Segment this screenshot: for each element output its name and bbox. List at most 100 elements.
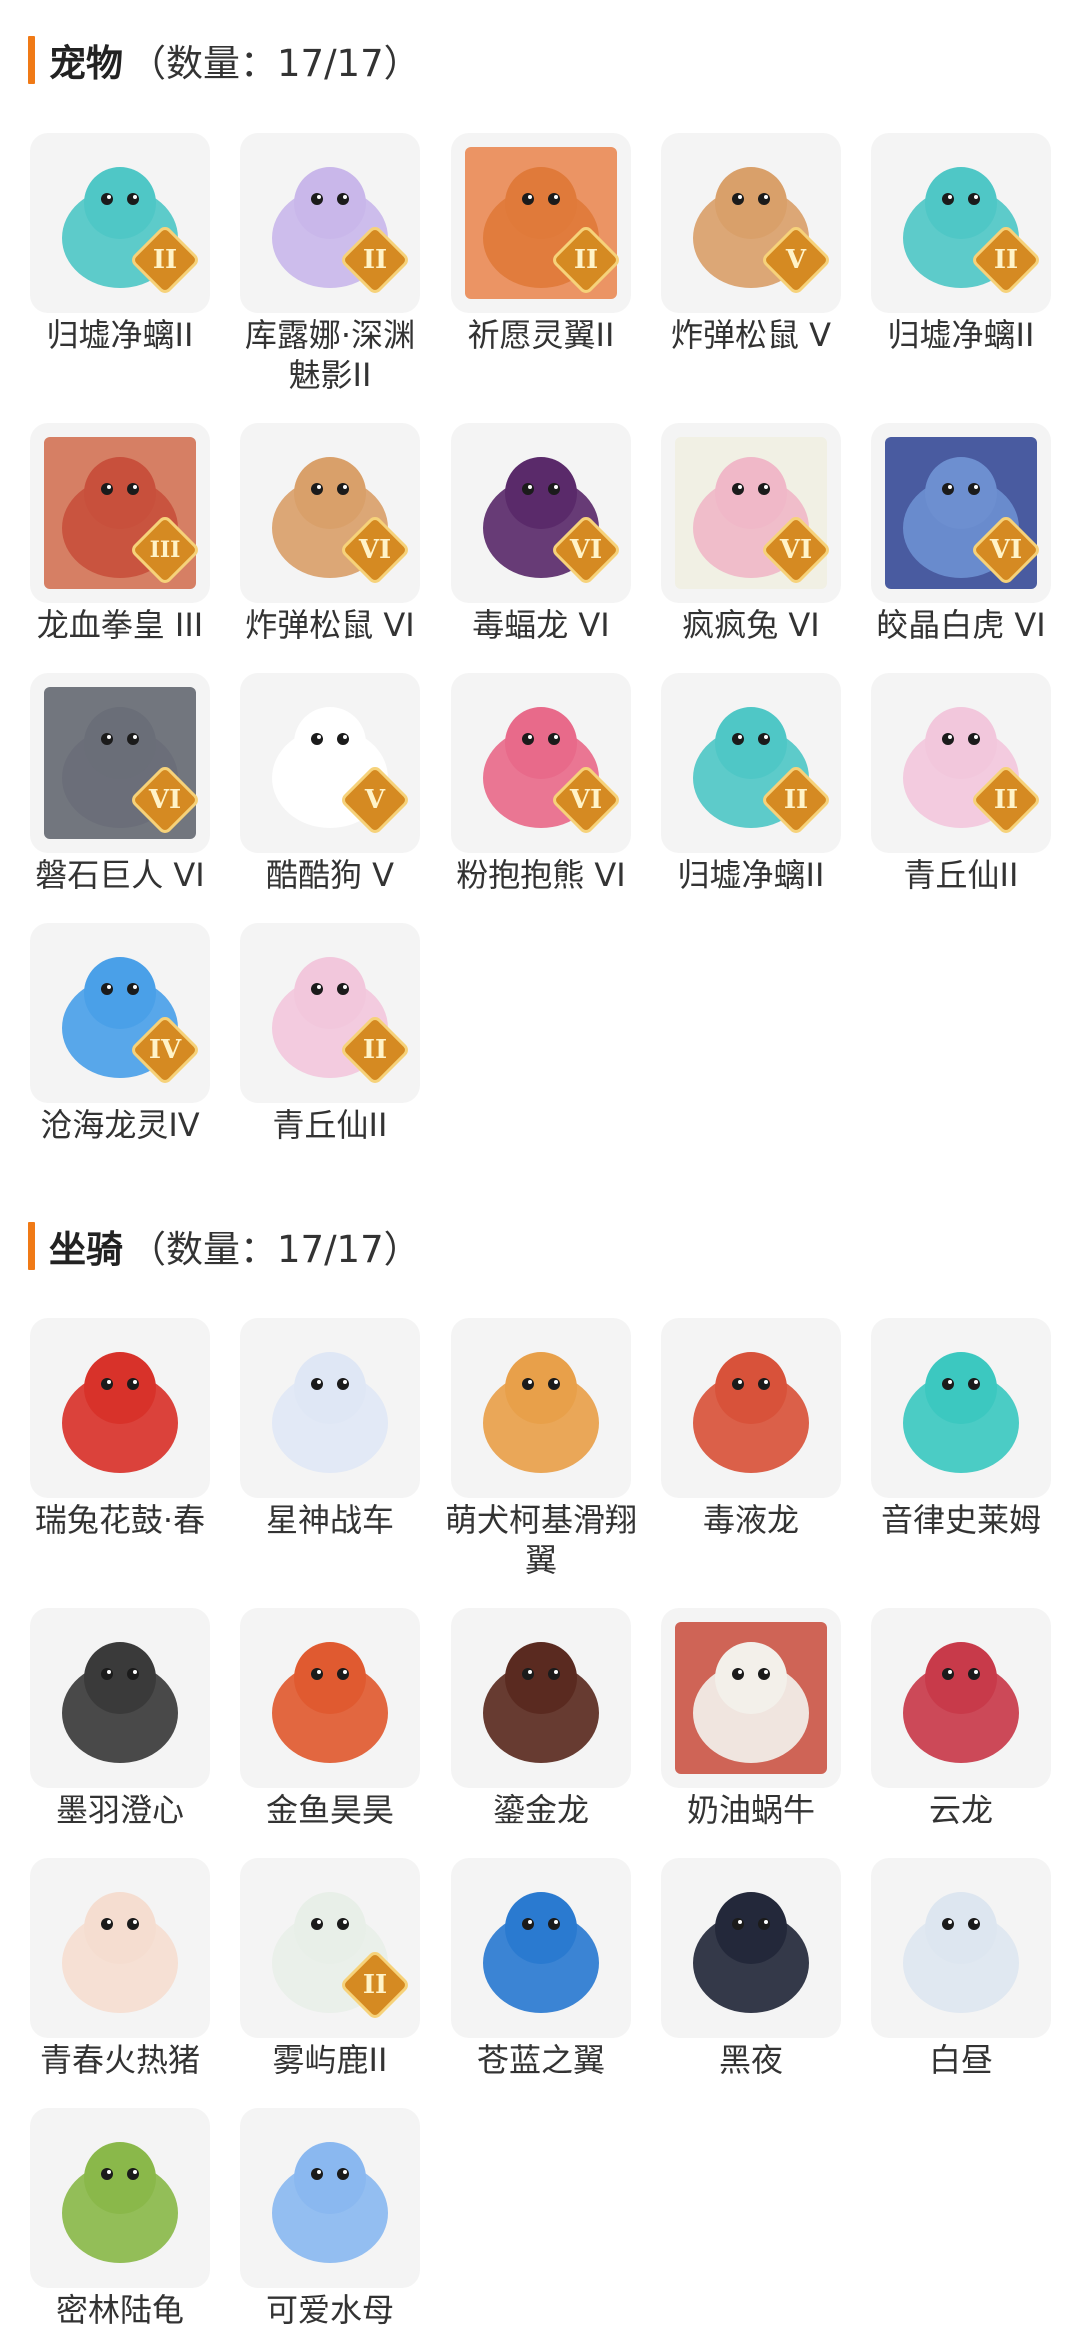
- item-name: 疯疯兔 VI: [682, 606, 820, 644]
- mount-item[interactable]: 黑夜: [646, 1858, 856, 2080]
- item-name: 炸弹松鼠 V: [670, 316, 832, 354]
- item-thumbnail[interactable]: VI: [871, 423, 1051, 603]
- item-thumbnail[interactable]: VI: [30, 673, 210, 853]
- item-thumbnail[interactable]: [240, 2108, 420, 2288]
- pet-item[interactable]: II 归墟净螭II: [15, 133, 225, 355]
- item-thumbnail[interactable]: V: [240, 673, 420, 853]
- item-thumbnail[interactable]: [451, 1318, 631, 1498]
- mount-item[interactable]: 墨羽澄心: [15, 1608, 225, 1830]
- pet-item[interactable]: VI 磐石巨人 VI: [15, 673, 225, 895]
- item-thumbnail[interactable]: [30, 2108, 210, 2288]
- pet-item[interactable]: VI 皎晶白虎 VI: [856, 423, 1066, 645]
- item-name: 毒液龙: [702, 1501, 799, 1539]
- item-name: 金鱼昊昊: [265, 1791, 394, 1829]
- pet-item[interactable]: VI 炸弹松鼠 VI: [225, 423, 435, 645]
- mount-item[interactable]: II 雾屿鹿II: [225, 1858, 435, 2080]
- pet-item[interactable]: VI 粉抱抱熊 VI: [436, 673, 646, 895]
- item-name: 奶油蜗牛: [686, 1791, 815, 1829]
- mounts-title: 坐骑: [49, 1228, 123, 1271]
- item-name: 云龙: [928, 1791, 993, 1829]
- mount-item[interactable]: 奶油蜗牛: [646, 1608, 856, 1830]
- item-name: 苍蓝之翼: [476, 2041, 605, 2079]
- tier-text: VI: [358, 535, 392, 565]
- item-thumbnail[interactable]: II: [240, 1858, 420, 2038]
- mount-item[interactable]: 金鱼昊昊: [225, 1608, 435, 1830]
- item-thumbnail[interactable]: [661, 1858, 841, 2038]
- pet-item[interactable]: VI 毒蝠龙 VI: [436, 423, 646, 645]
- tier-text: VI: [148, 785, 182, 815]
- tier-text: VI: [569, 785, 603, 815]
- tier-text: II: [362, 1035, 388, 1065]
- tier-text: II: [993, 245, 1019, 275]
- item-name: 粉抱抱熊 VI: [456, 856, 626, 894]
- item-name: 炸弹松鼠 VI: [245, 606, 415, 644]
- item-thumbnail[interactable]: VI: [451, 673, 631, 853]
- item-name: 青春火热猪: [39, 2041, 200, 2079]
- item-thumbnail[interactable]: [871, 1608, 1051, 1788]
- tier-text: II: [993, 785, 1019, 815]
- item-thumbnail[interactable]: [240, 1608, 420, 1788]
- item-thumbnail[interactable]: [30, 1858, 210, 2038]
- mount-item[interactable]: 鎏金龙: [436, 1608, 646, 1830]
- item-thumbnail[interactable]: VI: [451, 423, 631, 603]
- mount-item[interactable]: 白昼: [856, 1858, 1066, 2080]
- mount-item[interactable]: 密林陆龟: [15, 2108, 225, 2330]
- item-thumbnail[interactable]: II: [661, 673, 841, 853]
- mount-item[interactable]: 瑞兔花鼓·春: [15, 1318, 225, 1540]
- pet-item[interactable]: II 青丘仙II: [856, 673, 1066, 895]
- mount-item[interactable]: 音律史莱姆: [856, 1318, 1066, 1540]
- item-name: 雾屿鹿II: [272, 2041, 388, 2079]
- tier-text: II: [362, 245, 388, 275]
- item-name: 皎晶白虎 VI: [876, 606, 1046, 644]
- item-name: 萌犬柯基滑翔翼: [444, 1501, 637, 1579]
- item-thumbnail[interactable]: [871, 1318, 1051, 1498]
- item-thumbnail[interactable]: V: [661, 133, 841, 313]
- item-thumbnail[interactable]: [661, 1318, 841, 1498]
- item-thumbnail[interactable]: IV: [30, 923, 210, 1103]
- mounts-count: （数量：17/17）: [129, 1228, 421, 1271]
- pet-item[interactable]: VI 疯疯兔 VI: [646, 423, 856, 645]
- item-thumbnail[interactable]: VI: [240, 423, 420, 603]
- item-thumbnail[interactable]: II: [240, 133, 420, 313]
- item-thumbnail[interactable]: II: [30, 133, 210, 313]
- item-thumbnail[interactable]: [451, 1858, 631, 2038]
- mount-item[interactable]: 星神战车: [225, 1318, 435, 1540]
- item-name: 白昼: [928, 2041, 993, 2079]
- pet-item[interactable]: II 库露娜·深渊魅影II: [225, 133, 435, 395]
- item-thumbnail[interactable]: [451, 1608, 631, 1788]
- item-thumbnail[interactable]: VI: [661, 423, 841, 603]
- item-name: 归墟净螭II: [677, 856, 825, 894]
- mount-item[interactable]: 萌犬柯基滑翔翼: [436, 1318, 646, 1580]
- item-thumbnail[interactable]: II: [871, 673, 1051, 853]
- mount-item[interactable]: 云龙: [856, 1608, 1066, 1830]
- item-thumbnail[interactable]: II: [871, 133, 1051, 313]
- mount-item[interactable]: 苍蓝之翼: [436, 1858, 646, 2080]
- item-name: 祈愿灵翼II: [467, 316, 615, 354]
- item-thumbnail[interactable]: III: [30, 423, 210, 603]
- item-thumbnail[interactable]: [871, 1858, 1051, 2038]
- mount-item[interactable]: 青春火热猪: [15, 1858, 225, 2080]
- pet-item[interactable]: V 炸弹松鼠 V: [646, 133, 856, 355]
- pet-item[interactable]: IV 沧海龙灵IV: [15, 923, 225, 1145]
- item-thumbnail[interactable]: II: [451, 133, 631, 313]
- tier-text: II: [573, 245, 599, 275]
- item-thumbnail[interactable]: [30, 1318, 210, 1498]
- pet-item[interactable]: II 归墟净螭II: [646, 673, 856, 895]
- pet-item[interactable]: III 龙血拳皇 III: [15, 423, 225, 645]
- mount-item[interactable]: 可爱水母: [225, 2108, 435, 2330]
- item-thumbnail[interactable]: II: [240, 923, 420, 1103]
- item-name: 鎏金龙: [492, 1791, 589, 1829]
- tier-text: V: [364, 785, 386, 815]
- title-accent-bar: [28, 1222, 35, 1270]
- pet-item[interactable]: II 祈愿灵翼II: [436, 133, 646, 355]
- pet-item[interactable]: II 归墟净螭II: [856, 133, 1066, 355]
- tier-text: VI: [779, 535, 813, 565]
- pet-item[interactable]: II 青丘仙II: [225, 923, 435, 1145]
- pet-item[interactable]: V 酷酷狗 V: [225, 673, 435, 895]
- item-thumbnail[interactable]: [30, 1608, 210, 1788]
- item-thumbnail[interactable]: [661, 1608, 841, 1788]
- tier-text: III: [149, 537, 181, 563]
- item-name: 毒蝠龙 VI: [472, 606, 610, 644]
- mount-item[interactable]: 毒液龙: [646, 1318, 856, 1540]
- item-thumbnail[interactable]: [240, 1318, 420, 1498]
